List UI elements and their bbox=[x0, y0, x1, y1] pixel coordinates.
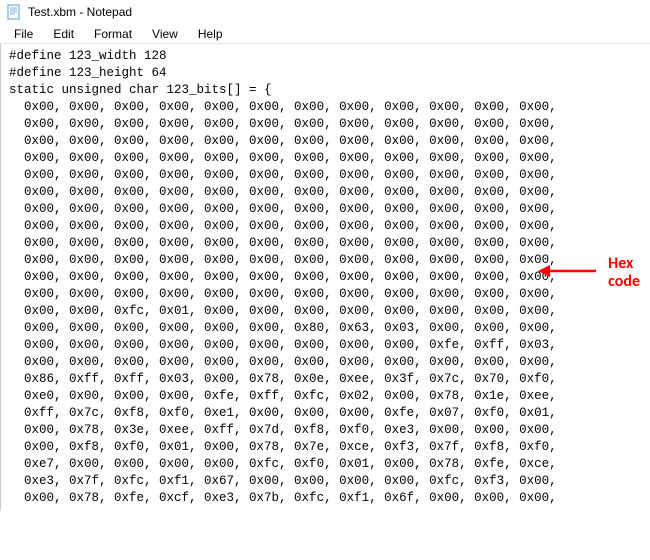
code-line: 0xe7, 0x00, 0x00, 0x00, 0x00, 0xfc, 0xf0… bbox=[9, 456, 642, 473]
menu-file[interactable]: File bbox=[4, 26, 43, 41]
code-line: 0x00, 0x00, 0x00, 0x00, 0x00, 0x00, 0x00… bbox=[9, 354, 642, 371]
code-line: static unsigned char 123_bits[] = { bbox=[9, 82, 642, 99]
code-line: 0xe0, 0x00, 0x00, 0x00, 0xfe, 0xff, 0xfc… bbox=[9, 388, 642, 405]
code-line: #define 123_height 64 bbox=[9, 65, 642, 82]
notepad-icon bbox=[6, 4, 22, 20]
code-line: 0x00, 0x00, 0x00, 0x00, 0x00, 0x00, 0x00… bbox=[9, 167, 642, 184]
menu-view[interactable]: View bbox=[142, 26, 188, 41]
annotation-line2: code bbox=[608, 273, 640, 291]
code-line: 0x00, 0x00, 0x00, 0x00, 0x00, 0x00, 0x00… bbox=[9, 99, 642, 116]
code-line: 0xff, 0x7c, 0xf8, 0xf0, 0xe1, 0x00, 0x00… bbox=[9, 405, 642, 422]
annotation-line1: Hex bbox=[608, 255, 640, 273]
code-line: 0x00, 0xf8, 0xf0, 0x01, 0x00, 0x78, 0x7e… bbox=[9, 439, 642, 456]
code-line: 0x00, 0x00, 0x00, 0x00, 0x00, 0x00, 0x00… bbox=[9, 337, 642, 354]
code-line: 0x00, 0x78, 0x3e, 0xee, 0xff, 0x7d, 0xf8… bbox=[9, 422, 642, 439]
code-line: 0x00, 0x00, 0x00, 0x00, 0x00, 0x00, 0x00… bbox=[9, 218, 642, 235]
code-line: 0x00, 0x00, 0x00, 0x00, 0x00, 0x00, 0x00… bbox=[9, 184, 642, 201]
menu-help[interactable]: Help bbox=[188, 26, 233, 41]
title-bar: Test.xbm - Notepad bbox=[0, 0, 650, 24]
code-line: 0x00, 0x00, 0x00, 0x00, 0x00, 0x00, 0x00… bbox=[9, 235, 642, 252]
code-line: #define 123_width 128 bbox=[9, 48, 642, 65]
arrow-left-icon bbox=[538, 261, 598, 286]
menu-format[interactable]: Format bbox=[84, 26, 142, 41]
menu-edit[interactable]: Edit bbox=[43, 26, 84, 41]
code-line: 0x00, 0x78, 0xfe, 0xcf, 0xe3, 0x7b, 0xfc… bbox=[9, 490, 642, 507]
code-line: 0x00, 0x00, 0x00, 0x00, 0x00, 0x00, 0x00… bbox=[9, 150, 642, 167]
code-line: 0xe3, 0x7f, 0xfc, 0xf1, 0x67, 0x00, 0x00… bbox=[9, 473, 642, 490]
annotation-callout: Hex code bbox=[538, 255, 640, 291]
code-line: 0x00, 0x00, 0x00, 0x00, 0x00, 0x00, 0x00… bbox=[9, 133, 642, 150]
code-line: 0x00, 0x00, 0x00, 0x00, 0x00, 0x00, 0x00… bbox=[9, 201, 642, 218]
code-line: 0x86, 0xff, 0xff, 0x03, 0x00, 0x78, 0x0e… bbox=[9, 371, 642, 388]
code-line: 0x00, 0x00, 0xfc, 0x01, 0x00, 0x00, 0x00… bbox=[9, 303, 642, 320]
annotation-text: Hex code bbox=[608, 255, 640, 291]
code-line: 0x00, 0x00, 0x00, 0x00, 0x00, 0x00, 0x80… bbox=[9, 320, 642, 337]
menu-bar: File Edit Format View Help bbox=[0, 24, 650, 44]
code-line: 0x00, 0x00, 0x00, 0x00, 0x00, 0x00, 0x00… bbox=[9, 116, 642, 133]
window-title: Test.xbm - Notepad bbox=[28, 5, 132, 19]
